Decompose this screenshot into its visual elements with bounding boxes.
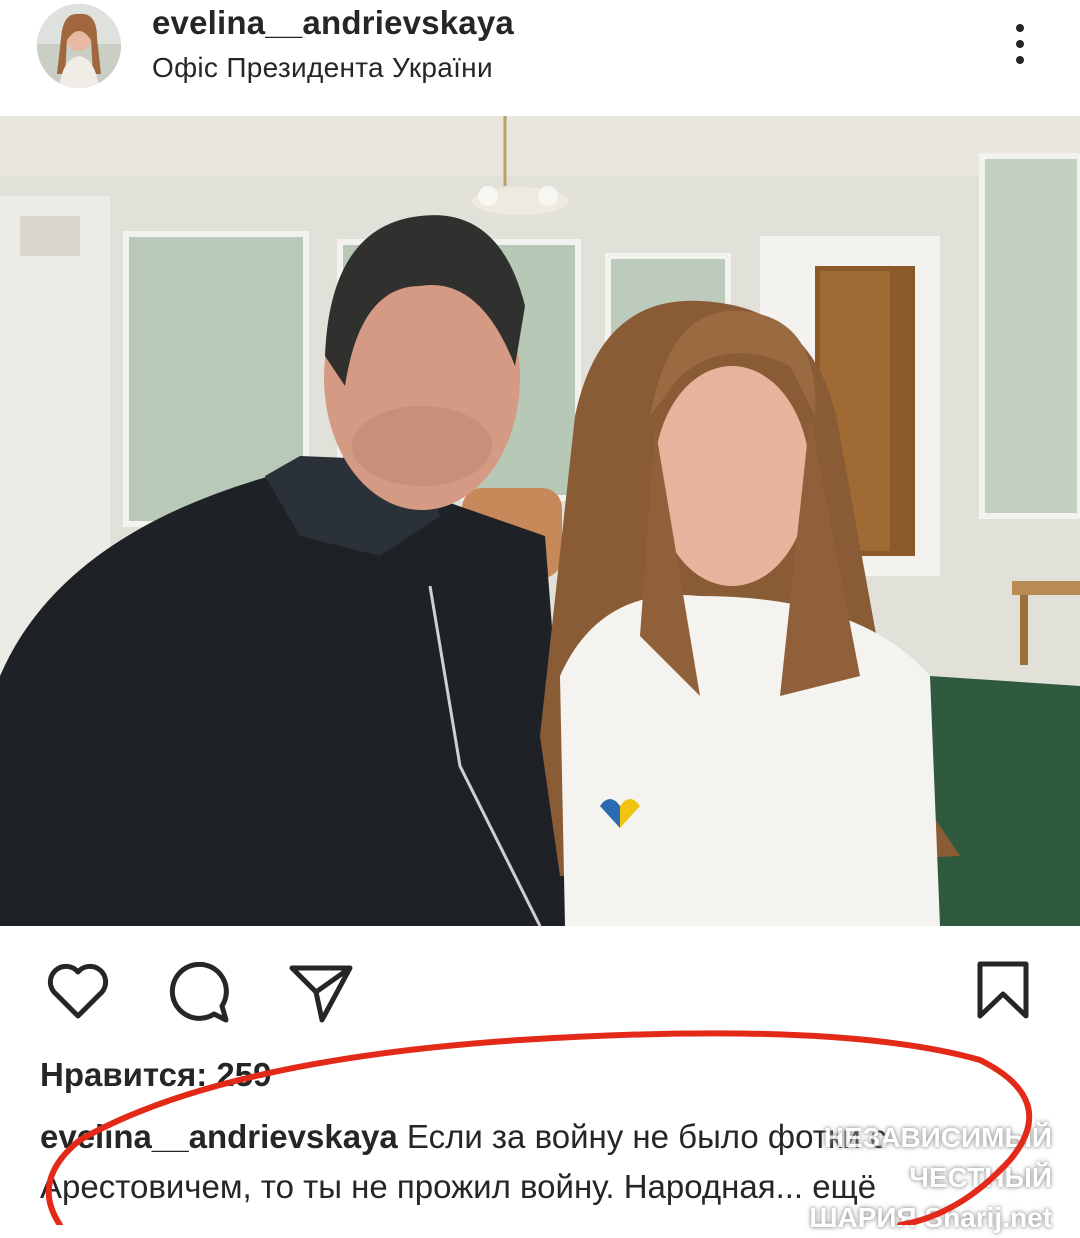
post-photo[interactable] <box>0 116 1080 926</box>
watermark-line1: НЕЗАВИСИМЫЙ ЧЕСТНЫЙ <box>823 1122 1052 1193</box>
caption-username[interactable]: evelina__andrievskaya <box>40 1118 398 1155</box>
post-location[interactable]: Офіс Президента України <box>152 52 493 84</box>
more-vertical-icon[interactable] <box>1000 20 1040 72</box>
bookmark-icon[interactable] <box>976 960 1030 1025</box>
avatar[interactable] <box>37 4 121 88</box>
post-header: evelina__andrievskaya Офіс Президента Ук… <box>0 0 1080 116</box>
comment-icon[interactable] <box>166 961 232 1029</box>
watermark: НЕЗАВИСИМЫЙ ЧЕСТНЫЙ ШАРИЯ Sharij.net <box>692 1118 1052 1238</box>
heart-icon[interactable] <box>46 962 110 1025</box>
post-username[interactable]: evelina__andrievskaya <box>152 4 514 42</box>
post-actions <box>0 926 1080 1046</box>
selfie-image <box>0 116 1080 926</box>
send-icon[interactable] <box>288 962 354 1029</box>
watermark-line2: ШАРИЯ Sharij.net <box>809 1202 1052 1233</box>
likes-count[interactable]: Нравится: 259 <box>40 1056 271 1094</box>
